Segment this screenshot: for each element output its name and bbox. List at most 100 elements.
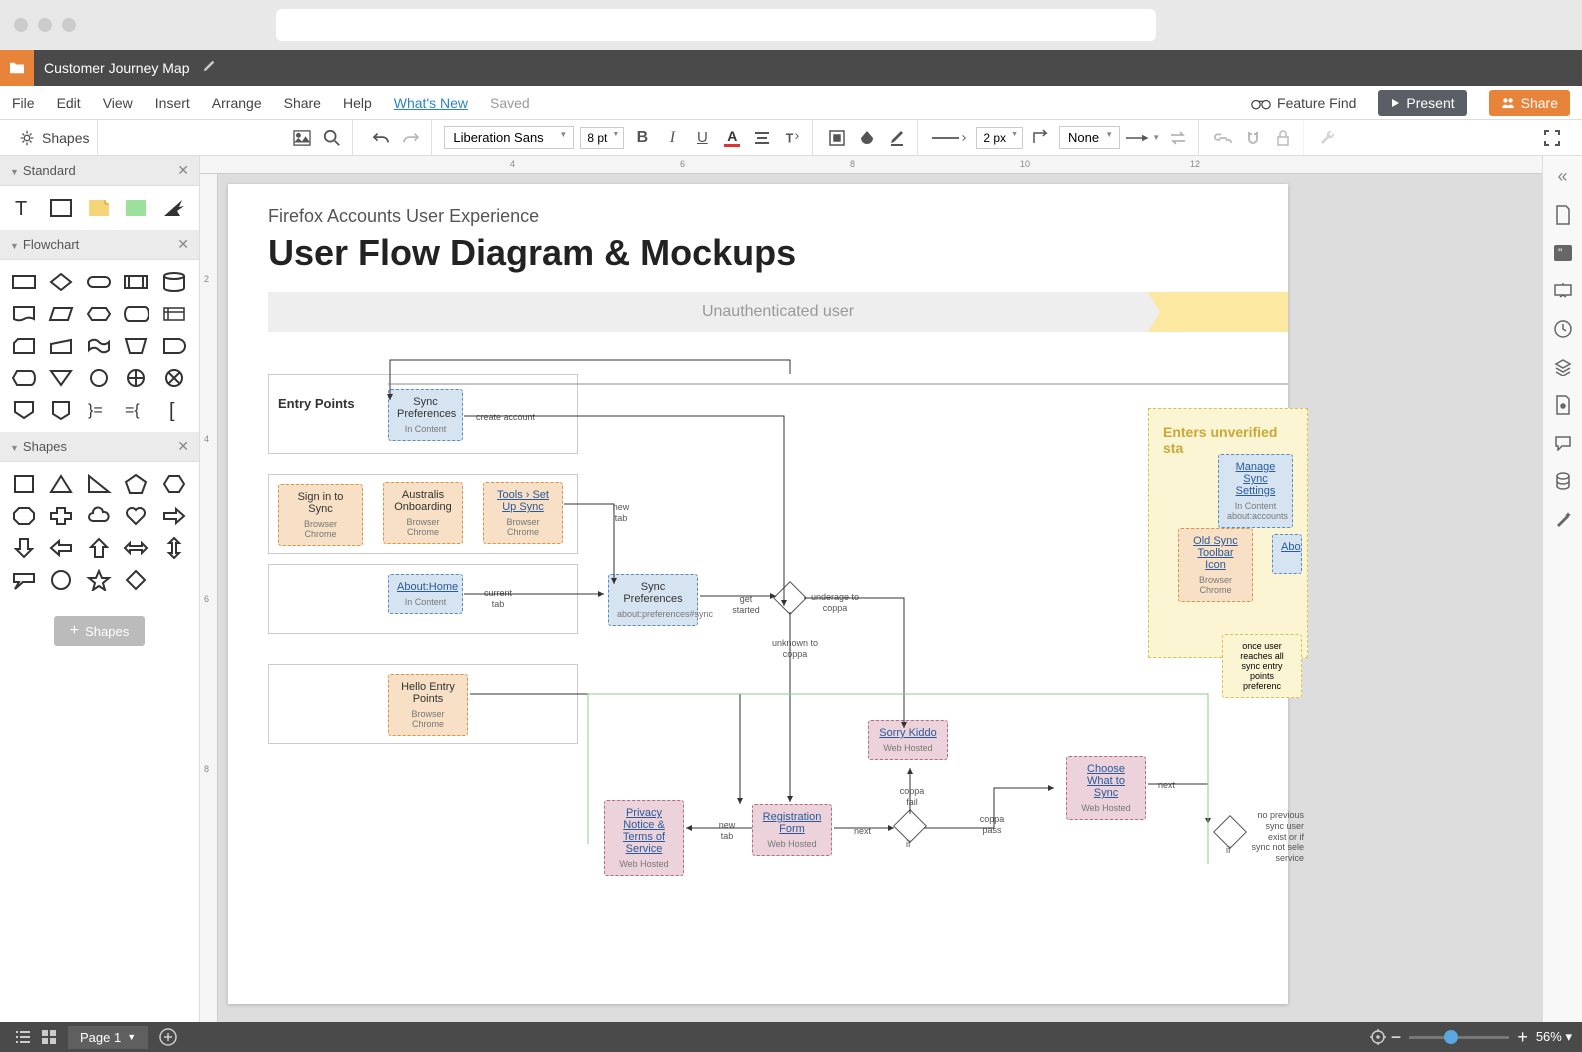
page-icon[interactable] [1553, 205, 1573, 225]
zoom-in-button[interactable]: + [1517, 1027, 1528, 1048]
heart-shape[interactable] [122, 504, 150, 528]
feature-find[interactable]: Feature Find [1251, 95, 1356, 111]
manual-op-shape[interactable] [122, 334, 150, 358]
brace-left-shape[interactable]: ={ [122, 398, 150, 422]
target-icon[interactable] [1365, 1024, 1391, 1050]
menu-insert[interactable]: Insert [155, 95, 190, 111]
line-path-button[interactable] [1029, 126, 1053, 150]
add-shapes-button[interactable]: + Shapes [54, 616, 145, 646]
node-reg[interactable]: Registration Form Web Hosted [752, 804, 832, 856]
align-button[interactable] [750, 126, 774, 150]
octagon-shape[interactable] [10, 504, 38, 528]
wrench-button[interactable] [1316, 126, 1340, 150]
page[interactable]: Firefox Accounts User Experience User Fl… [228, 184, 1288, 1004]
node-abo[interactable]: Abo [1272, 534, 1302, 574]
node-sync-prefs[interactable]: Sync Preferences In Content [388, 389, 463, 441]
add-page-button[interactable] [156, 1025, 180, 1049]
italic-button[interactable]: I [660, 126, 684, 150]
presentation-icon[interactable] [1553, 281, 1573, 301]
node-sync-prefs-2[interactable]: Sync Preferences about:preferences#sync [608, 574, 698, 626]
yellow-note[interactable]: once user reaches all sync entry points … [1222, 634, 1302, 698]
menu-help[interactable]: Help [343, 95, 372, 111]
pentagon-shape[interactable] [122, 472, 150, 496]
cross-shape[interactable] [47, 504, 75, 528]
manual-input-shape[interactable] [47, 334, 75, 358]
block-shape[interactable] [122, 196, 150, 220]
master-page-icon[interactable] [1553, 395, 1573, 415]
brace-right-shape[interactable]: }= [85, 398, 113, 422]
database-shape[interactable] [160, 270, 188, 294]
font-size-select[interactable]: 8 pt [580, 127, 624, 149]
whats-new-link[interactable]: What's New [394, 95, 468, 111]
stored-data-shape[interactable] [122, 302, 150, 326]
merge-shape[interactable] [47, 366, 75, 390]
undo-button[interactable] [369, 126, 393, 150]
zoom-out-button[interactable]: − [1391, 1027, 1402, 1048]
zoom-level[interactable]: 56% ▾ [1536, 1029, 1572, 1045]
share-button[interactable]: Share [1489, 90, 1570, 116]
hexagon2-shape[interactable] [160, 472, 188, 496]
zoom-thumb[interactable] [1444, 1030, 1458, 1044]
internal-storage-shape[interactable] [160, 302, 188, 326]
text-options-button[interactable]: T [780, 126, 804, 150]
right-triangle-shape[interactable] [85, 472, 113, 496]
hexagon-shape[interactable] [85, 302, 113, 326]
quote-icon[interactable]: " [1553, 243, 1573, 263]
star-shape[interactable] [85, 568, 113, 592]
arrow-ud-shape[interactable] [160, 536, 188, 560]
circle-shape[interactable] [47, 568, 75, 592]
line-style-button[interactable] [930, 126, 970, 150]
link-button[interactable] [1211, 126, 1235, 150]
decision-shape[interactable] [47, 270, 75, 294]
folder-icon[interactable] [0, 50, 34, 86]
terminator-shape[interactable] [85, 270, 113, 294]
offpage2-shape[interactable] [47, 398, 75, 422]
cloud-shape[interactable] [85, 504, 113, 528]
node-tools[interactable]: Tools › Set Up Sync Browser Chrome [483, 482, 563, 544]
text-shape[interactable]: T [10, 196, 38, 220]
bracket-shape[interactable]: [ [160, 398, 188, 422]
delay-shape[interactable] [160, 334, 188, 358]
border-color-button[interactable] [885, 126, 909, 150]
arrow-left-shape[interactable] [47, 536, 75, 560]
close-window[interactable] [14, 18, 28, 32]
data-shape[interactable] [47, 302, 75, 326]
close-icon[interactable]: ✕ [177, 162, 189, 179]
text-color-button[interactable]: A [720, 126, 744, 150]
or-shape[interactable] [122, 366, 150, 390]
fullscreen-button[interactable] [1540, 126, 1564, 150]
node-sorry[interactable]: Sorry Kiddo Web Hosted [868, 720, 948, 760]
process-shape[interactable] [10, 270, 38, 294]
fill-color-button[interactable] [855, 126, 879, 150]
rectangle-shape[interactable] [47, 196, 75, 220]
arrow-lr-shape[interactable] [122, 536, 150, 560]
grid-view-icon[interactable] [36, 1024, 62, 1050]
present-button[interactable]: Present [1378, 90, 1466, 116]
decision-if2[interactable] [1213, 815, 1247, 849]
predefined-shape[interactable] [122, 270, 150, 294]
panel-flowchart-header[interactable]: ▼Flowchart ✕ [0, 230, 199, 260]
gear-icon[interactable] [18, 129, 36, 147]
square-shape[interactable] [10, 472, 38, 496]
swap-direction-button[interactable] [1166, 126, 1190, 150]
document-shape[interactable] [10, 302, 38, 326]
close-icon[interactable]: ✕ [177, 236, 189, 253]
arrow-down-shape[interactable] [10, 536, 38, 560]
search-icon[interactable] [320, 126, 344, 150]
canvas[interactable]: Firefox Accounts User Experience User Fl… [218, 174, 1542, 1022]
lock-button[interactable] [1271, 126, 1295, 150]
close-icon[interactable]: ✕ [177, 438, 189, 455]
menu-file[interactable]: File [12, 95, 35, 111]
display-shape[interactable] [10, 366, 38, 390]
menu-view[interactable]: View [103, 95, 133, 111]
line-ending-select[interactable]: None [1059, 126, 1120, 149]
collapse-rail-icon[interactable]: « [1557, 166, 1567, 187]
decision-if[interactable] [893, 809, 927, 843]
comment-icon[interactable] [1553, 433, 1573, 453]
history-icon[interactable] [1553, 319, 1573, 339]
node-about-home[interactable]: About:Home In Content [388, 574, 463, 614]
node-hello[interactable]: Hello Entry Points Browser Chrome [388, 674, 468, 736]
magic-icon[interactable] [1553, 509, 1573, 529]
summing-shape[interactable] [160, 366, 188, 390]
font-family-select[interactable]: Liberation Sans [444, 126, 574, 149]
